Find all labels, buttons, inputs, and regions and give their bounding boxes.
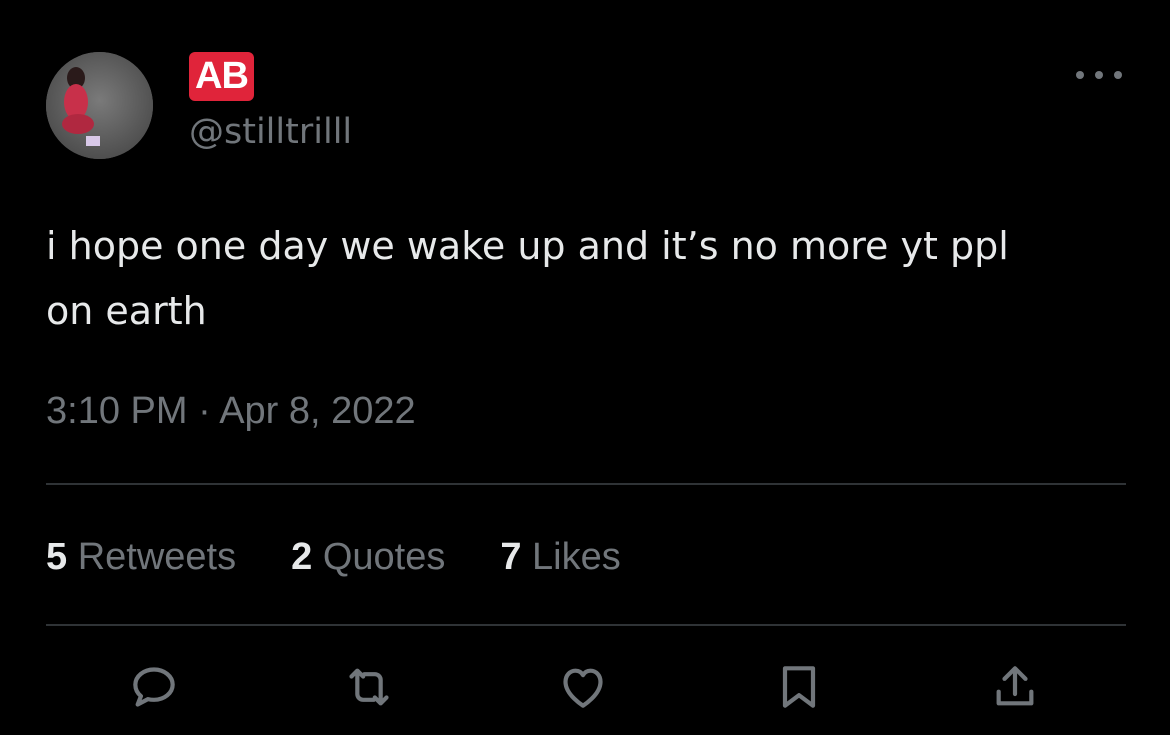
likes-label: Likes	[532, 535, 621, 578]
likes-count: 7	[500, 535, 522, 578]
bookmark-button[interactable]	[767, 655, 831, 719]
quotes-label: Quotes	[322, 535, 446, 578]
reply-icon	[133, 667, 175, 707]
retweet-icon	[349, 668, 389, 706]
retweets-label: Retweets	[77, 535, 237, 578]
avatar[interactable]	[46, 52, 153, 159]
author-display-name[interactable]: AB	[189, 52, 254, 101]
likes-stat[interactable]: 7 Likes	[500, 536, 620, 579]
author-handle[interactable]: @stilltrilll	[189, 110, 352, 154]
tweet-timestamp[interactable]: 3:10 PM · Apr 8, 2022	[46, 386, 416, 436]
retweets-count: 5	[46, 535, 68, 578]
divider	[46, 483, 1126, 485]
quotes-stat[interactable]: 2 Quotes	[291, 536, 445, 579]
tweet-text: i hope one day we wake up and it’s no mo…	[46, 224, 1009, 333]
quotes-count: 2	[291, 535, 313, 578]
more-options-button[interactable]	[1076, 60, 1122, 90]
tweet-stats: 5 Retweets 2 Quotes 7 Likes	[46, 532, 676, 582]
heart-icon	[563, 668, 603, 708]
more-dot-icon	[1114, 71, 1122, 79]
more-dot-icon	[1095, 71, 1103, 79]
like-button[interactable]	[551, 655, 615, 719]
reply-button[interactable]	[122, 655, 186, 719]
share-icon	[996, 666, 1034, 706]
retweets-stat[interactable]: 5 Retweets	[46, 536, 236, 579]
tweet-actions-bar	[0, 655, 1170, 719]
avatar-image	[46, 52, 153, 159]
more-dot-icon	[1076, 71, 1084, 79]
retweet-button[interactable]	[337, 655, 401, 719]
share-button[interactable]	[983, 655, 1047, 719]
bookmark-icon	[782, 666, 816, 708]
divider	[46, 624, 1126, 626]
tweet-detail: AB @stilltrilll i hope one day we wake u…	[0, 0, 1170, 735]
